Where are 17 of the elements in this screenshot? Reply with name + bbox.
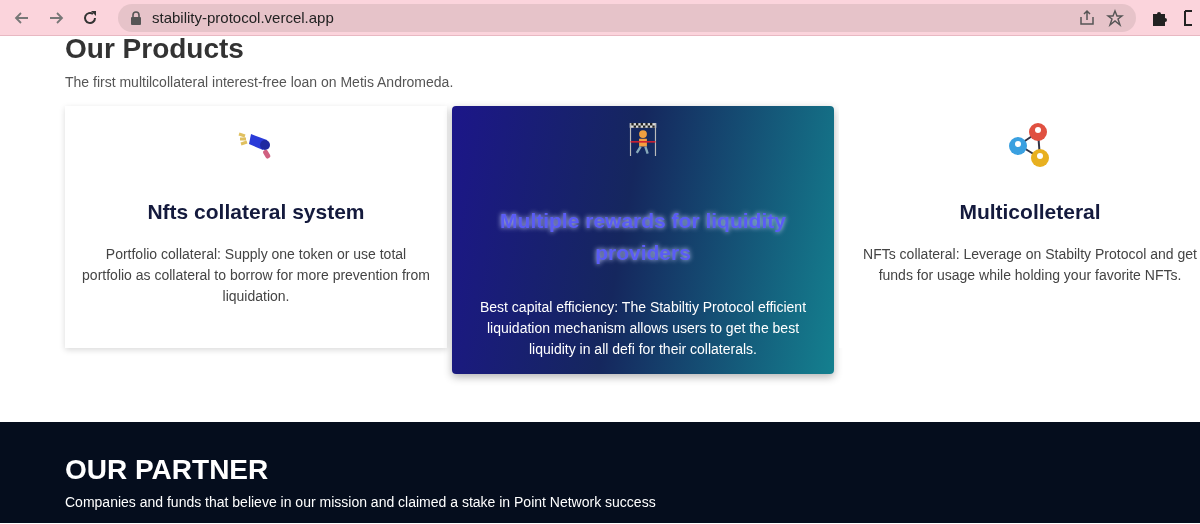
section-subtitle: The first multilcollateral interest-free loan on Metis Andromeda. [65,74,455,90]
card-text: NFTs collateral: Leverage on Stabilty Protocol and get funds for usage while holding your favorite NFTs. [862,245,1198,285]
card-text: Portfolio collateral: Supply one token or use total portfolio as collateral to borrow for more prevention from liquidation. [81,245,431,306]
card-title: Multicolleteral [959,199,1101,225]
partner-title: OUR PARTNER [65,454,270,486]
product-card[interactable]: Multiple rewards for liquidity providers Best capital efficiency: The Stabiltiy Protocol efficient liquidation mechanism allows users to get the best liquidity in all defi for their collaterals. [452,106,834,374]
card-title: Nfts collateral system [147,199,365,225]
partner-subtitle: Companies and funds that believe in our mission and claimed a stake in Point Network success [65,494,657,510]
card-title: Multiple rewards for liquidity providers [499,208,787,266]
product-card[interactable]: Nfts collateral system Portfolio collateral: Supply one token or use total portfolio as collateral to borrow for more prevention from liquidation. [65,106,447,348]
sidebar-icon[interactable] [1184,7,1192,28]
section-title: Our Products [65,35,245,63]
card-text: Best capital efficiency: The Stabiltiy Protocol efficient liquidation mechanism allows users to get the best liquidity in all defi for their collaterals. [478,298,808,359]
address-bar[interactable]: stability-protocol.vercel.app [118,3,1136,32]
star-icon[interactable] [1106,8,1124,27]
share-icon[interactable] [1078,8,1096,27]
lock-icon [130,10,142,25]
